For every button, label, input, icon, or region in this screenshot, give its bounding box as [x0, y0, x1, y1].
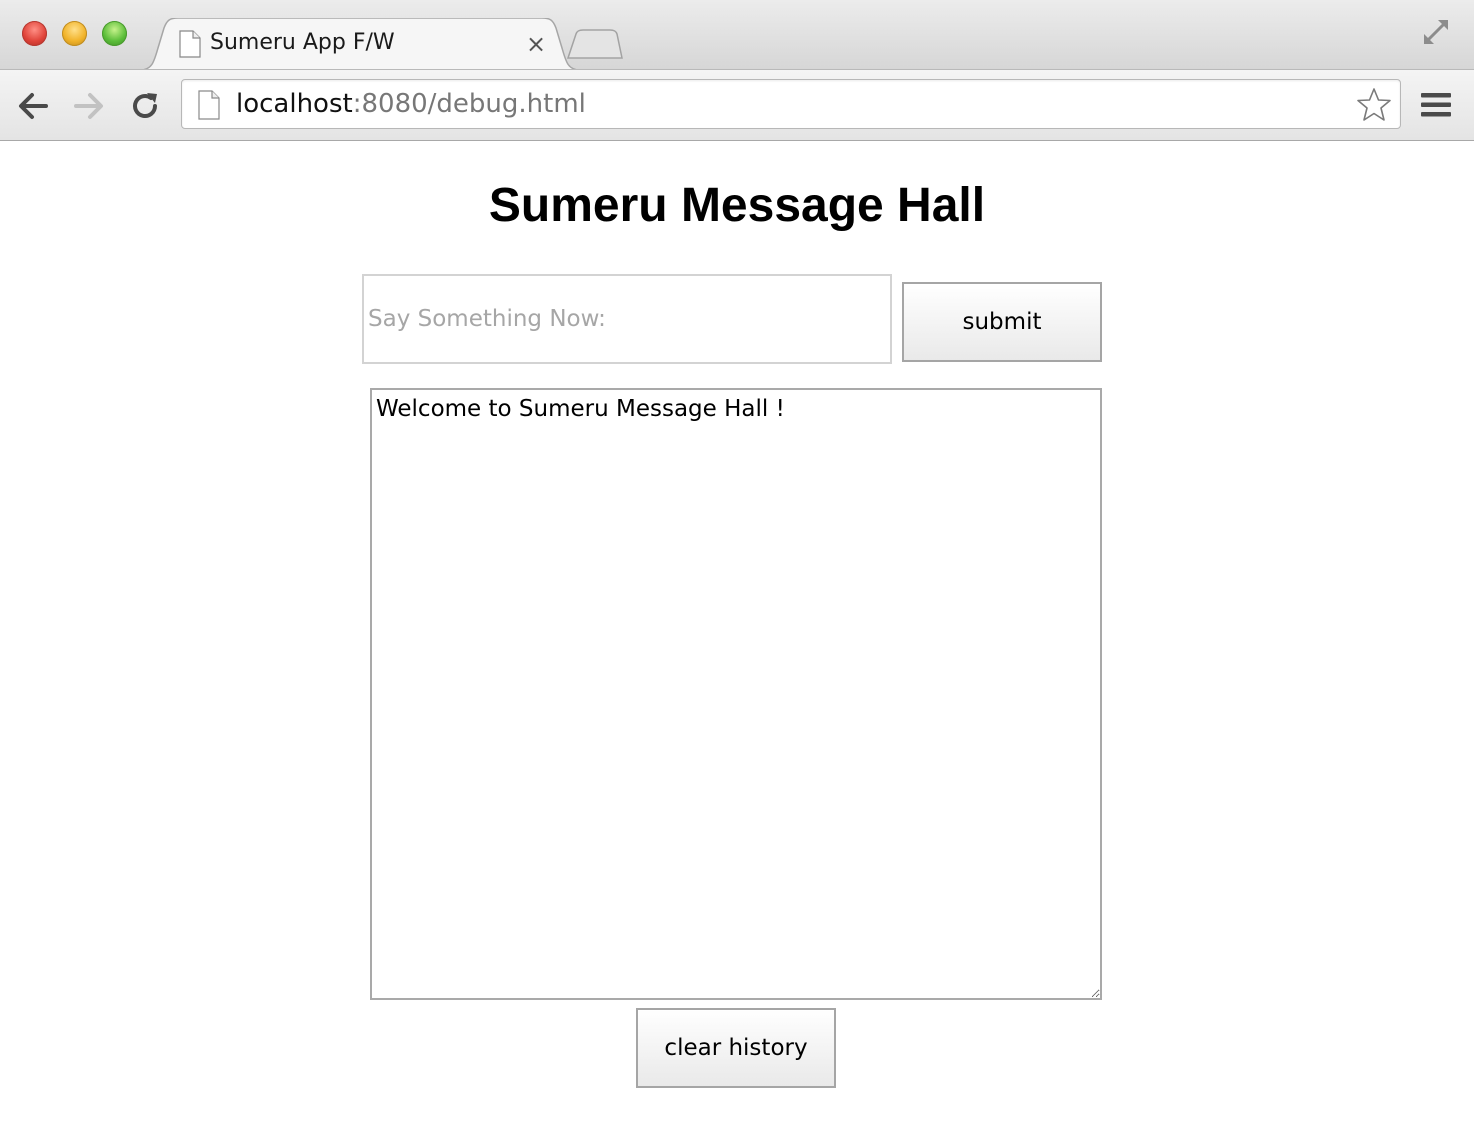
address-bar[interactable]: localhost:8080/debug.html — [181, 79, 1401, 129]
page-icon — [179, 30, 201, 58]
new-tab-icon[interactable] — [566, 28, 624, 60]
submit-button[interactable]: submit — [902, 282, 1102, 362]
tab-title: Sumeru App F/W — [210, 30, 395, 55]
message-input[interactable] — [362, 274, 892, 364]
close-icon[interactable]: × — [524, 32, 548, 56]
message-history[interactable]: Welcome to Sumeru Message Hall ! — [370, 388, 1102, 1000]
browser-toolbar: localhost:8080/debug.html — [0, 69, 1474, 141]
clear-history-button[interactable]: clear history — [636, 1008, 836, 1088]
hamburger-menu-icon[interactable] — [1420, 91, 1452, 119]
fullscreen-icon[interactable] — [1420, 16, 1452, 48]
page-title: Sumeru Message Hall — [488, 179, 986, 232]
browser-tab-active[interactable]: Sumeru App F/W × — [140, 18, 580, 70]
reload-icon[interactable] — [128, 89, 162, 123]
star-icon[interactable] — [1356, 87, 1392, 123]
forward-arrow-icon[interactable] — [72, 89, 106, 123]
close-window-icon[interactable] — [22, 21, 47, 46]
url-path: :8080/debug.html — [352, 89, 586, 119]
page-info-icon[interactable] — [198, 90, 220, 120]
address-url[interactable]: localhost:8080/debug.html — [236, 89, 586, 119]
minimize-window-icon[interactable] — [62, 21, 87, 46]
url-host: localhost — [236, 89, 353, 119]
zoom-window-icon[interactable] — [102, 21, 127, 46]
back-arrow-icon[interactable] — [16, 89, 50, 123]
browser-titlebar: Sumeru App F/W × — [0, 0, 1474, 70]
